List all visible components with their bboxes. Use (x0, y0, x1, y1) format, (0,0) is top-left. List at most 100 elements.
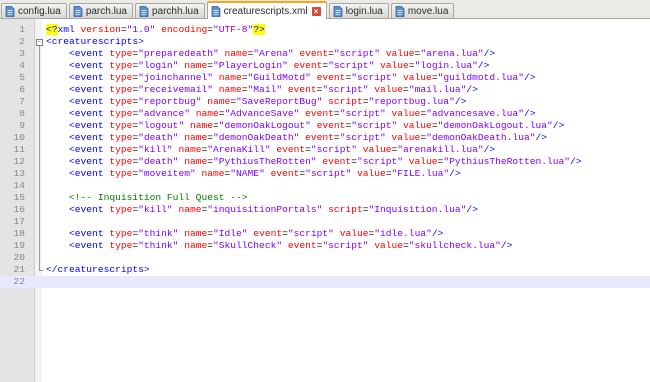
code-token: name (195, 108, 219, 119)
code-token: "demonOakDeath.lua" (426, 132, 536, 143)
code-token: "mail.lua" (408, 84, 467, 95)
code-token: <event (46, 120, 110, 131)
code-token: name (178, 204, 202, 215)
code-line[interactable]: 5 <event type="joinchannel" name="GuildM… (0, 72, 650, 84)
code-line[interactable]: 17 (0, 216, 650, 228)
code-token: "Idle" (213, 228, 254, 239)
code-token: "script" (351, 120, 404, 131)
line-number: 21 (13, 264, 25, 275)
tab-label: config.lua (18, 5, 61, 17)
code-text: <event type="login" name="PlayerLogin" e… (46, 60, 489, 72)
code-text: <creaturescripts> (46, 36, 144, 48)
code-token: "FILE.lua" (391, 168, 450, 179)
code-token: "PythiusTheRotten" (213, 156, 323, 167)
code-token: "script" (287, 228, 340, 239)
code-token: "script" (322, 84, 375, 95)
code-token: "receivemail" (138, 84, 219, 95)
line-number: 14 (13, 180, 25, 191)
tab-login-lua[interactable]: login.lua (328, 3, 389, 18)
code-token: <event (46, 60, 110, 71)
tab-creaturescripts-xml[interactable]: creaturescripts.xml × (206, 1, 327, 19)
code-line[interactable]: 14 (0, 180, 650, 192)
line-number: 1 (19, 24, 25, 35)
code-line[interactable]: 22 (0, 276, 650, 288)
tab-move-lua[interactable]: move.lua (390, 3, 455, 18)
code-token: event (316, 120, 346, 131)
code-token: "Arena" (253, 48, 300, 59)
code-token: "script" (328, 60, 380, 71)
fold-guide-line (39, 46, 40, 270)
code-token: /> (466, 84, 478, 95)
code-line[interactable]: 2 <creaturescripts> (0, 36, 650, 48)
code-line[interactable]: 19 <event type="think" name="SkullCheck"… (0, 240, 650, 252)
line-number: 8 (19, 108, 25, 119)
tab-config-lua[interactable]: config.lua (1, 3, 67, 18)
code-token: type (109, 204, 133, 215)
line-number: 18 (13, 228, 25, 239)
code-line[interactable]: 4 <event type="login" name="PlayerLogin"… (0, 60, 650, 72)
code-text: <?xml version="1.0" encoding="UTF-8"?> (46, 24, 265, 36)
code-line[interactable]: 20 (0, 252, 650, 264)
code-token: <!-- Inquisition Full Quest --> (46, 192, 248, 203)
code-editor[interactable]: 1 <?xml version="1.0" encoding="UTF-8"?> 2… (0, 19, 650, 382)
code-line[interactable]: 21 </creaturescripts> (0, 264, 650, 276)
code-token: value (380, 60, 409, 71)
code-token: ?> (253, 24, 265, 35)
file-icon (139, 5, 149, 17)
code-token: </creaturescripts> (46, 264, 150, 275)
close-tab-icon[interactable]: × (311, 6, 321, 16)
code-token: <event (46, 156, 110, 167)
code-line[interactable]: 3 <event type="preparedeath" name="Arena… (0, 48, 650, 60)
code-line[interactable]: 15 <!-- Inquisition Full Quest --> (0, 192, 650, 204)
tab-label: login.lua (345, 5, 383, 17)
code-token: event (287, 240, 317, 251)
code-line[interactable]: 10 <event type="death" name="demonOakDea… (0, 132, 650, 144)
code-line[interactable]: 16 <event type="kill" name="inquisitionP… (0, 204, 650, 216)
code-text: <event type="kill" name="inquisitionPort… (46, 204, 478, 216)
code-token: "SkullCheck" (213, 240, 288, 251)
code-token: /> (454, 96, 467, 107)
code-token: "demonOakLogout.lua" (437, 120, 553, 131)
code-text: <event type="receivemail" name="Mail" ev… (46, 84, 478, 96)
code-token: value (356, 168, 386, 179)
code-token: "idle.lua" (374, 228, 432, 239)
code-token: /> (431, 228, 444, 239)
code-line[interactable]: 18 <event type="think" name="Idle" event… (0, 228, 650, 240)
code-token: "reportbug.lua" (368, 96, 455, 107)
code-token: <event (46, 72, 110, 83)
code-line[interactable]: 9 <event type="logout" name="demonOakLog… (0, 120, 650, 132)
code-token: type (109, 60, 133, 71)
code-token: "kill" (138, 204, 179, 215)
code-text: <event type="reportbug" name="SaveReport… (46, 96, 466, 108)
fold-toggle-icon[interactable]: − (36, 39, 43, 46)
code-token: /> (500, 240, 513, 251)
tab-parch-lua[interactable]: parch.lua (68, 3, 133, 18)
code-line[interactable]: 6 <event type="receivemail" name="Mail" … (0, 84, 650, 96)
code-line[interactable]: 7 <event type="reportbug" name="SaveRepo… (0, 96, 650, 108)
tab-parchh-lua[interactable]: parchh.lua (134, 3, 205, 18)
code-token: "script" (356, 156, 409, 167)
code-token: "script" (310, 144, 363, 155)
code-token: type (109, 144, 133, 155)
code-line[interactable]: 11 <event type="kill" name="ArenaKill" e… (0, 144, 650, 156)
code-text: <!-- Inquisition Full Quest --> (46, 192, 248, 204)
line-number: 15 (13, 192, 25, 203)
code-token: "skullcheck.lua" (408, 240, 501, 251)
code-line[interactable]: 13 <event type="moveitem" name="NAME" ev… (0, 168, 650, 180)
code-text: <event type="logout" name="demonOakLogou… (46, 120, 564, 132)
file-icon (5, 5, 15, 17)
code-token: script (328, 96, 363, 107)
code-token: <event (46, 204, 110, 215)
code-token: "think" (138, 228, 185, 239)
code-token: "reportbug" (138, 96, 208, 107)
line-number: 17 (13, 216, 25, 227)
code-token: type (109, 132, 133, 143)
code-line[interactable]: 1 <?xml version="1.0" encoding="UTF-8"?> (0, 24, 650, 36)
code-token: "preparedeath" (138, 48, 225, 59)
code-line[interactable]: 8 <event type="advance" name="AdvanceSav… (0, 108, 650, 120)
code-line[interactable]: 12 <event type="death" name="PythiusTheR… (0, 156, 650, 168)
code-text: <event type="joinchannel" name="GuildMot… (46, 72, 535, 84)
file-icon (73, 5, 83, 17)
code-token: event (287, 84, 317, 95)
file-icon (211, 5, 221, 17)
